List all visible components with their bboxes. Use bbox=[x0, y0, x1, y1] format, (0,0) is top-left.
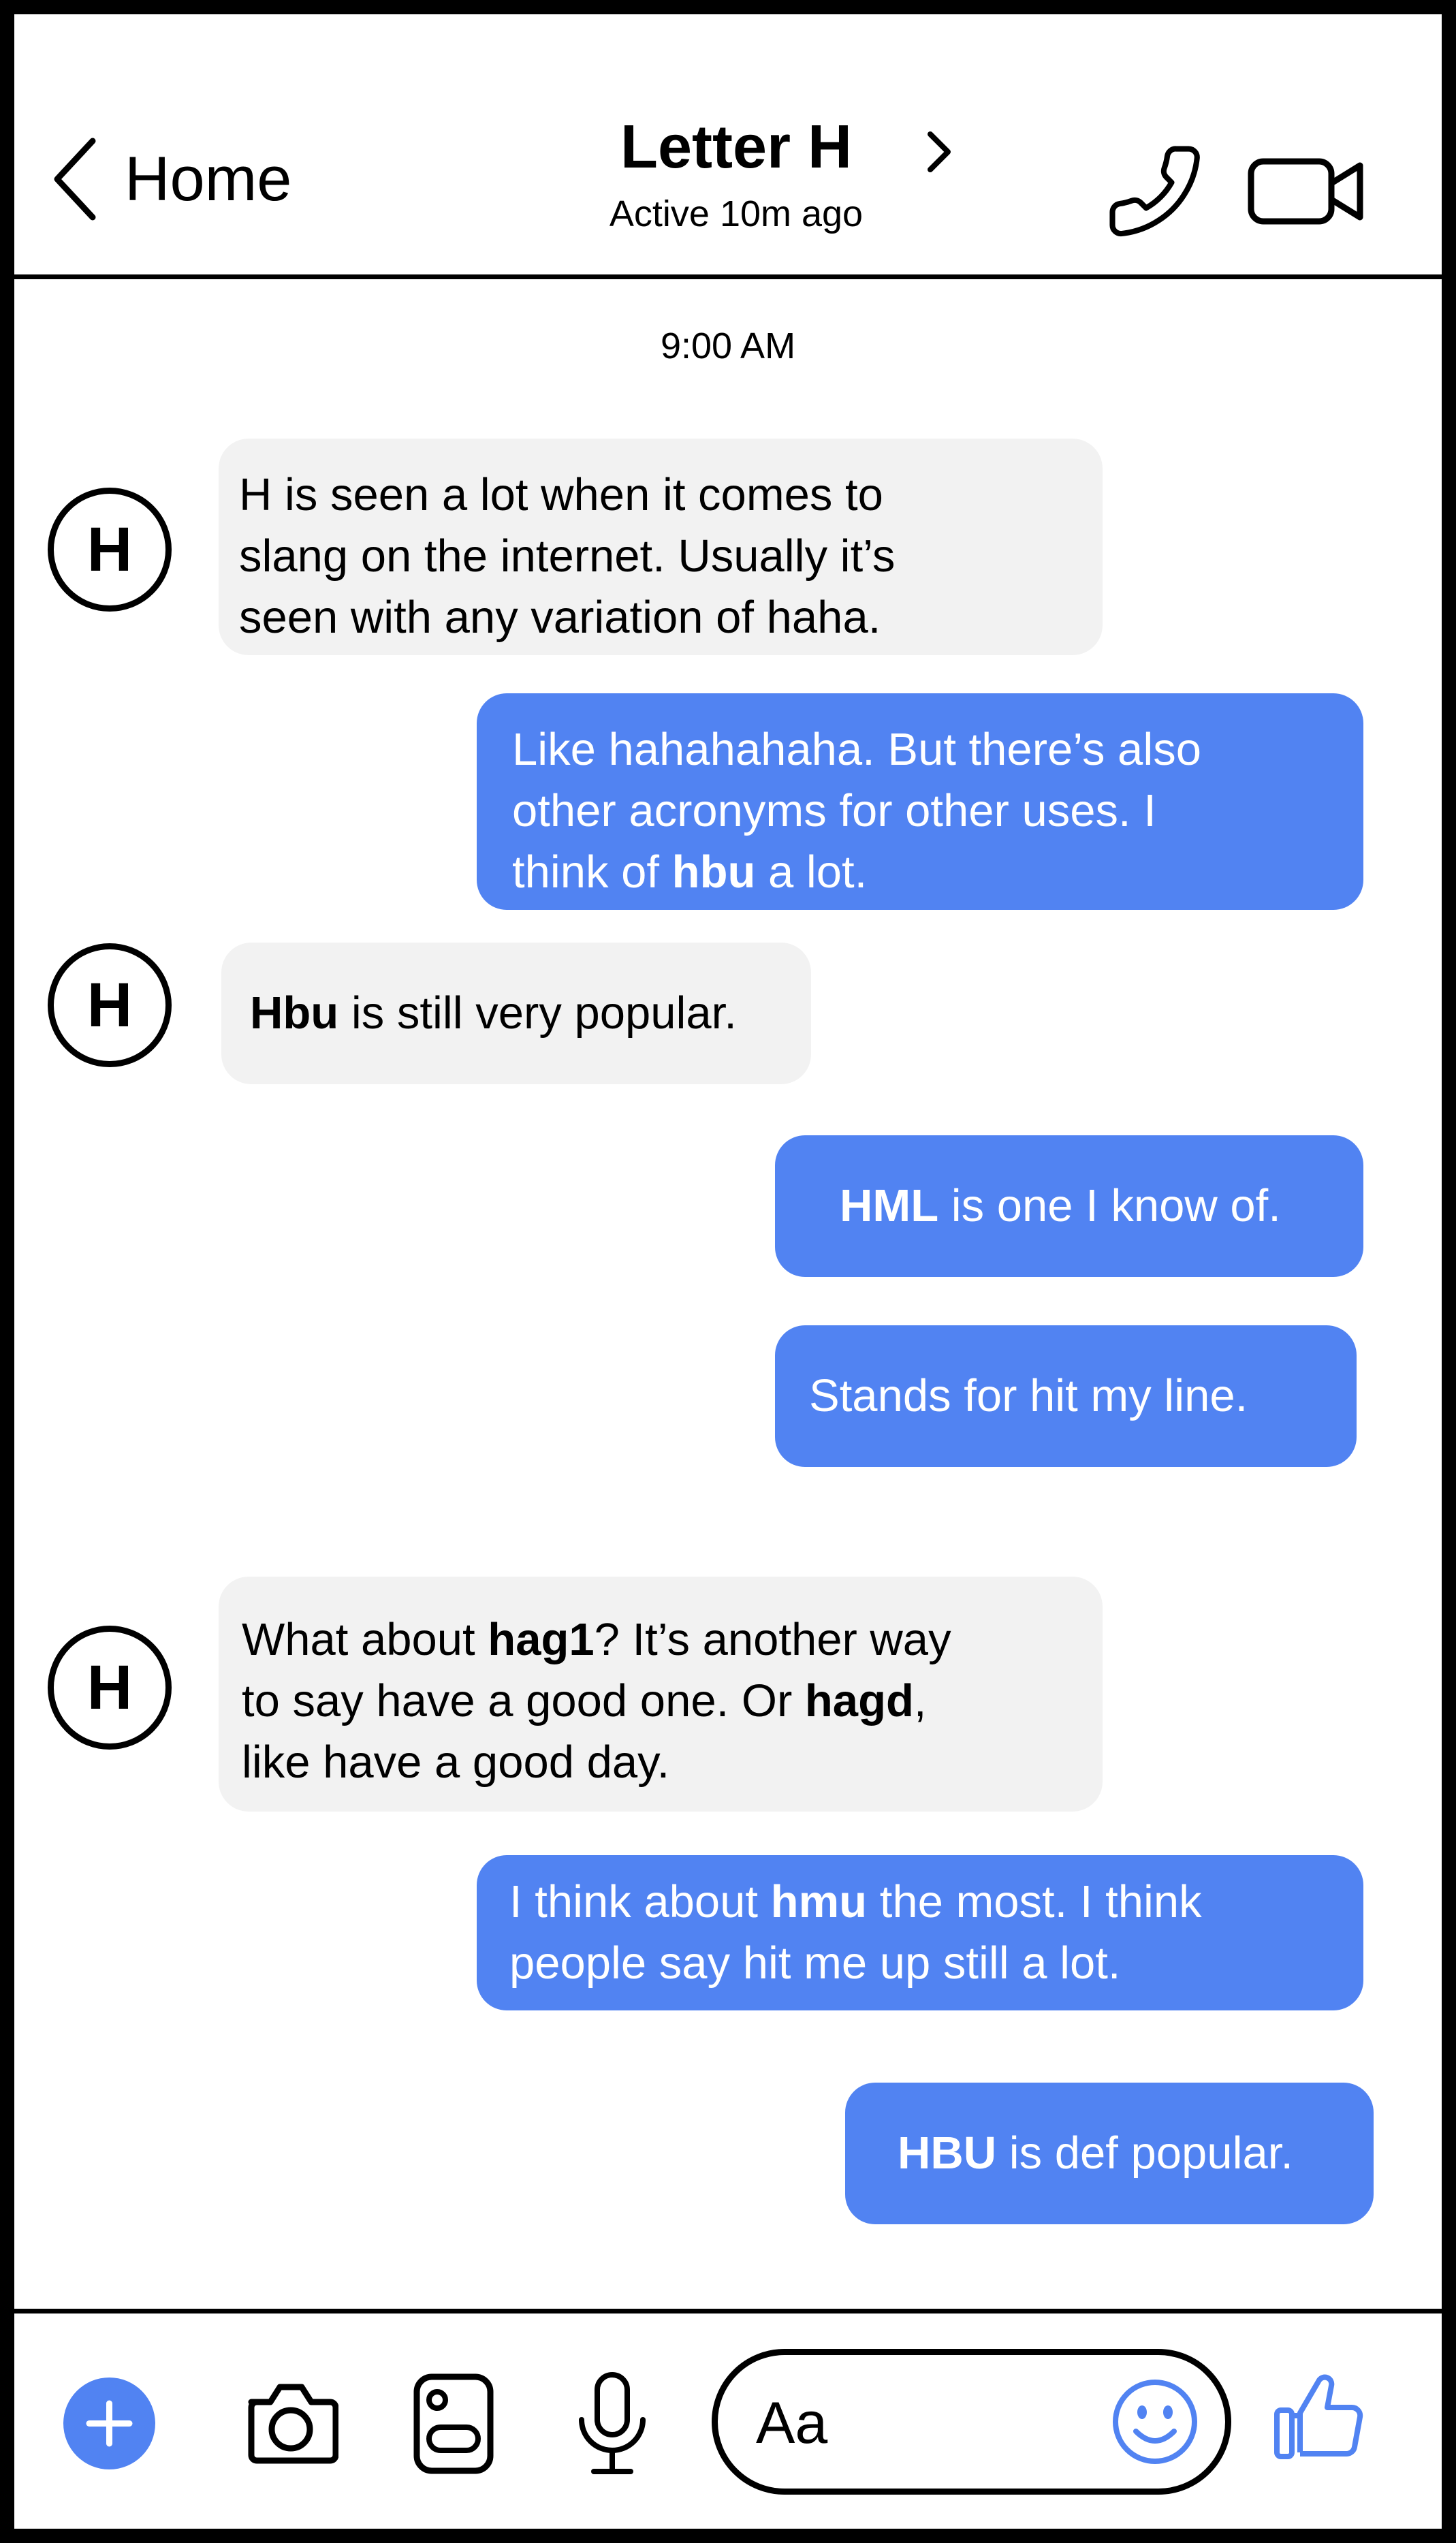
composer-divider bbox=[14, 2309, 1442, 2313]
timestamp: 9:00 AM bbox=[660, 326, 796, 366]
message-line: slang on the internet. Usually it’s bbox=[239, 531, 896, 582]
back-label: Home bbox=[125, 144, 292, 214]
camera-icon[interactable] bbox=[243, 2380, 338, 2465]
outgoing-message[interactable]: Like hahahahaha. But there’s also other … bbox=[477, 693, 1363, 910]
message-line: seen with any variation of haha. bbox=[239, 592, 881, 643]
bold-acronym: hmu bbox=[770, 1876, 868, 1927]
bold-acronym: hag1 bbox=[488, 1614, 595, 1665]
incoming-message[interactable]: What about hag1? It’s another way to say… bbox=[219, 1577, 1103, 1812]
bold-acronym: hbu bbox=[671, 847, 756, 898]
message-line: I think about hmu the most. I think bbox=[509, 1876, 1202, 1927]
message-line: think of hbu a lot. bbox=[512, 847, 868, 898]
contact-avatar[interactable]: H bbox=[48, 1626, 172, 1750]
bold-acronym: hagd bbox=[804, 1675, 914, 1726]
plus-icon bbox=[86, 2400, 133, 2447]
plus-button[interactable] bbox=[63, 2378, 155, 2469]
message-list: 9:00 AM H H is seen a lot when it comes … bbox=[14, 279, 1442, 2309]
photo-icon[interactable] bbox=[413, 2373, 494, 2475]
bold-acronym: HBU bbox=[898, 2128, 997, 2179]
thumbs-up-icon[interactable] bbox=[1271, 2368, 1367, 2463]
contact-status: Active 10m ago bbox=[609, 193, 864, 234]
incoming-message[interactable]: H is seen a lot when it comes to slang o… bbox=[219, 439, 1103, 655]
header-divider bbox=[14, 274, 1442, 279]
contact-title[interactable]: Letter H bbox=[586, 116, 968, 178]
back-button[interactable]: Home bbox=[52, 137, 324, 221]
header: Home Letter H Active 10m ago bbox=[14, 14, 1442, 274]
message-line: Stands for hit my line. bbox=[809, 1370, 1248, 1421]
message-line: like have a good day. bbox=[242, 1737, 670, 1788]
microphone-icon[interactable] bbox=[575, 2371, 650, 2477]
video-call-icon[interactable] bbox=[1247, 151, 1370, 232]
contact-avatar[interactable]: H bbox=[48, 488, 172, 612]
contact-avatar[interactable]: H bbox=[48, 943, 172, 1067]
chevron-left-icon bbox=[54, 138, 96, 221]
message-line: What about hag1? It’s another way bbox=[242, 1614, 951, 1665]
composer-bar: Aa bbox=[14, 2313, 1442, 2529]
bold-acronym: HML bbox=[840, 1180, 939, 1231]
message-line: to say have a good one. Or hagd, bbox=[242, 1675, 927, 1726]
outgoing-message[interactable]: HML is one I know of. bbox=[775, 1135, 1363, 1277]
message-line: people say hit me up still a lot. bbox=[509, 1938, 1121, 1989]
emoji-icon[interactable] bbox=[1110, 2377, 1200, 2467]
message-input[interactable]: Aa bbox=[712, 2349, 1231, 2495]
message-line: Like hahahahaha. But there’s also bbox=[512, 724, 1201, 775]
contact-name: Letter H bbox=[620, 113, 853, 181]
incoming-message[interactable]: Hbu is still very popular. bbox=[221, 943, 811, 1084]
phone-call-icon[interactable] bbox=[1104, 140, 1206, 242]
chevron-right-icon bbox=[928, 131, 951, 172]
message-line: H is seen a lot when it comes to bbox=[239, 469, 883, 520]
message-line: HBU is def popular. bbox=[898, 2128, 1293, 2179]
message-line: HML is one I know of. bbox=[840, 1180, 1281, 1231]
outgoing-message[interactable]: Stands for hit my line. bbox=[775, 1325, 1357, 1467]
message-line: Hbu is still very popular. bbox=[250, 988, 737, 1039]
outgoing-message[interactable]: HBU is def popular. bbox=[845, 2083, 1374, 2224]
outgoing-message[interactable]: I think about hmu the most. I think peop… bbox=[477, 1855, 1363, 2010]
message-input-placeholder: Aa bbox=[756, 2390, 828, 2456]
bold-acronym: Hbu bbox=[250, 988, 339, 1039]
message-line: other acronyms for other uses. I bbox=[512, 785, 1156, 836]
